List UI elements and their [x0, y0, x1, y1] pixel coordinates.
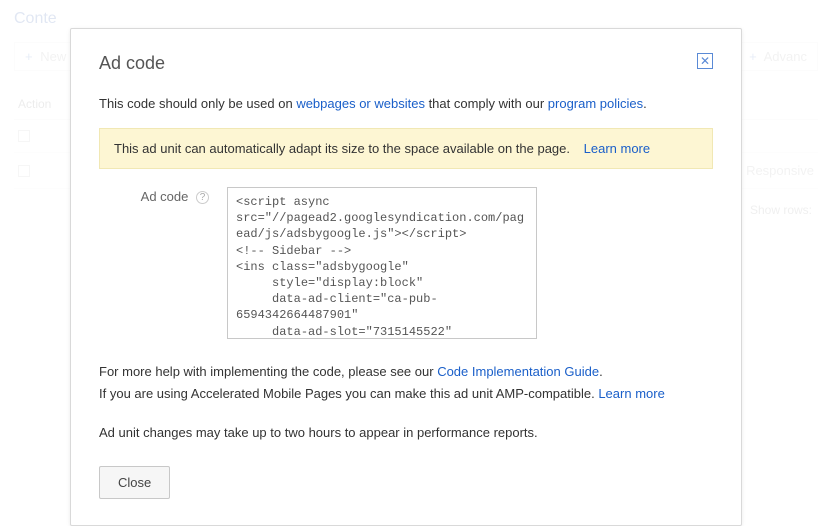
- amp-prefix: If you are using Accelerated Mobile Page…: [99, 386, 598, 401]
- help-icon[interactable]: ?: [196, 191, 209, 204]
- intro-mid: that comply with our: [425, 96, 548, 111]
- help-prefix: For more help with implementing the code…: [99, 364, 437, 379]
- ad-code-textarea[interactable]: [227, 187, 537, 339]
- notice-learn-more-link[interactable]: Learn more: [584, 141, 650, 156]
- ad-code-modal: Ad code ✕ This code should only be used …: [70, 28, 742, 526]
- implementation-guide-link[interactable]: Code Implementation Guide: [437, 364, 599, 379]
- program-policies-link[interactable]: program policies: [548, 96, 643, 111]
- intro-text: This code should only be used on webpage…: [99, 94, 713, 114]
- code-label: Ad code: [141, 189, 189, 204]
- help-text-block: For more help with implementing the code…: [99, 361, 713, 405]
- intro-suffix: .: [643, 96, 647, 111]
- help-suffix: .: [599, 364, 603, 379]
- close-button[interactable]: Close: [99, 466, 170, 499]
- responsive-notice: This ad unit can automatically adapt its…: [99, 128, 713, 170]
- modal-title: Ad code: [99, 53, 165, 74]
- code-row: Ad code ?: [99, 187, 713, 339]
- close-icon[interactable]: ✕: [697, 53, 713, 69]
- intro-prefix: This code should only be used on: [99, 96, 296, 111]
- code-label-wrap: Ad code ?: [99, 187, 209, 204]
- delay-notice: Ad unit changes may take up to two hours…: [99, 423, 713, 444]
- notice-text: This ad unit can automatically adapt its…: [114, 141, 570, 156]
- webpages-link[interactable]: webpages or websites: [296, 96, 425, 111]
- amp-learn-more-link[interactable]: Learn more: [598, 386, 664, 401]
